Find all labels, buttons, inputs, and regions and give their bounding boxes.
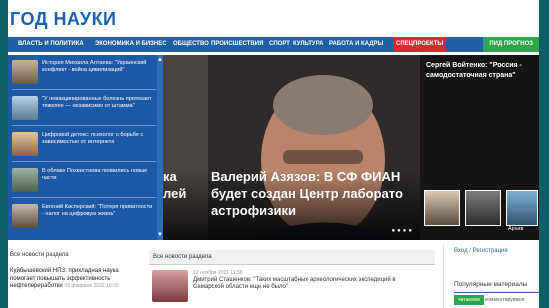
thumb-3[interactable]: [506, 190, 538, 226]
nav-item-special[interactable]: СПЕЦПРОЕКТЫ: [393, 37, 447, 52]
page: ГОД НАУКИ ВЛАСТЬ И ПОЛИТИКА ЭКОНОМИКА И …: [0, 0, 549, 308]
nav-item-culture[interactable]: КУЛЬТУРА: [293, 37, 323, 52]
news-date: 12 ноября 2021 11:56: [193, 270, 243, 276]
divider: [12, 197, 156, 198]
sidebar-item-text: Евгений Касперский: "Потеря приватности …: [42, 204, 153, 217]
left-news-item[interactable]: Куйбышевский НПЗ: прикладная наука помог…: [10, 268, 135, 291]
left-frame: [0, 0, 8, 308]
news-thumbnail[interactable]: [152, 270, 188, 302]
sidebar-item-text: Цифровой детокс: психолог о борьбе с зав…: [42, 132, 144, 145]
nav-item-incidents[interactable]: ПРОИСШЕСТВИЯ: [211, 37, 263, 52]
nav-item-politics[interactable]: ВЛАСТЬ И ПОЛИТИКА: [18, 37, 84, 52]
sidebar-item-text: "У невакцинированных болезнь протекает т…: [42, 96, 152, 109]
news-thumbnail: [12, 204, 38, 228]
divider: [12, 125, 156, 126]
section-header[interactable]: Все новости раздела: [149, 250, 435, 265]
right-feature-title[interactable]: Сергей Войтенко: "Россия - самодостаточн…: [426, 61, 536, 81]
news-title[interactable]: Дмитрий Сташенков: "Таких масштабных арх…: [193, 277, 423, 291]
divider: [12, 161, 156, 162]
sidebar-item[interactable]: История Михаила Алтаева: "Украинский кон…: [8, 57, 156, 87]
nav-item-society[interactable]: ОБЩЕСТВО: [173, 37, 209, 52]
hero-prev-fragment: ка лей: [163, 169, 187, 201]
right-frame: [539, 0, 549, 308]
news-date: 09 февраля 2022 10:00: [64, 283, 119, 289]
thumb-1[interactable]: [424, 190, 460, 226]
divider: [443, 245, 444, 308]
nav-item-forecast[interactable]: ПИД ПРОГНОЗ: [483, 37, 539, 52]
sidebar-item-text: В облаке Похвистнева появились новые час…: [42, 168, 148, 181]
main-nav: ВЛАСТЬ И ПОЛИТИКА ЭКОНОМИКА И БИЗНЕС ОБЩ…: [8, 37, 539, 52]
news-thumbnail: [12, 168, 38, 192]
popular-header: Популярные материалы: [454, 278, 539, 293]
nav-item-sport[interactable]: СПОРТ: [269, 37, 290, 52]
login-link[interactable]: Вход / Регистрация: [454, 248, 508, 254]
sidebar-item-text: История Михаила Алтаева: "Украинский кон…: [42, 60, 147, 73]
hero-slider[interactable]: ка лей Валерий Азязов: В СФ ФИАН будет со…: [163, 55, 420, 240]
section-header[interactable]: Все новости раздела: [10, 249, 69, 261]
sidebar-item[interactable]: В облаке Похвистнева появились новые час…: [8, 165, 156, 195]
divider: [12, 89, 156, 90]
nav-item-jobs[interactable]: РАБОТА И КАДРЫ: [329, 37, 383, 52]
news-thumbnail: [12, 60, 38, 84]
tab-most-read[interactable]: читаемое: [454, 295, 485, 305]
news-thumbnail: [12, 96, 38, 120]
nav-item-economy[interactable]: ЭКОНОМИКА И БИЗНЕС: [95, 37, 167, 52]
news-thumbnail: [12, 132, 38, 156]
site-logo[interactable]: ГОД НАУКИ: [10, 9, 117, 30]
thumb-caption: Архив: [508, 226, 524, 232]
sidebar-item[interactable]: "У невакцинированных болезнь протекает т…: [8, 93, 156, 123]
slider-dots[interactable]: ●●●●: [392, 228, 415, 234]
hero-title[interactable]: Валерий Азязов: В СФ ФИАН будет создан Ц…: [211, 168, 420, 219]
tab-most-commented[interactable]: комментируемое: [485, 295, 524, 305]
thumb-2[interactable]: [465, 190, 501, 226]
sidebar-news: История Михаила Алтаева: "Украинский кон…: [8, 55, 163, 240]
sidebar-item[interactable]: Евгений Касперский: "Потеря приватности …: [8, 201, 156, 231]
sidebar-item[interactable]: Цифровой детокс: психолог о борьбе с зав…: [8, 129, 156, 159]
